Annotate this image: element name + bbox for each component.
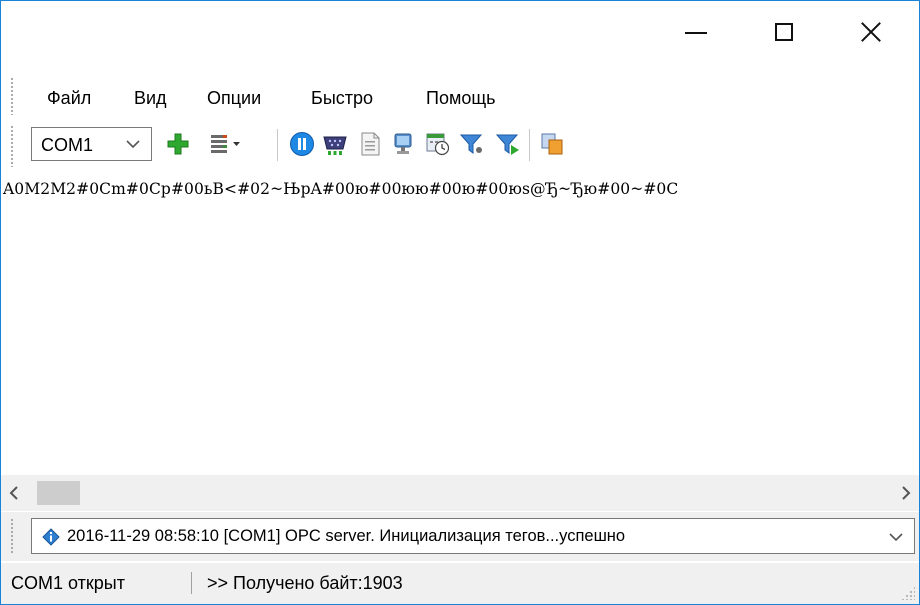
monitor-icon[interactable] [391, 131, 417, 157]
status-separator [191, 572, 192, 594]
minimize-button[interactable] [656, 1, 736, 63]
port-status: COM1 открыт [11, 573, 125, 593]
filter-apply-icon[interactable] [495, 131, 521, 157]
add-icon[interactable] [165, 131, 191, 157]
info-icon [42, 528, 60, 546]
scroll-right-icon[interactable] [893, 481, 917, 505]
copy-icon[interactable] [539, 131, 565, 157]
scroll-left-icon[interactable] [3, 481, 27, 505]
maximize-icon [775, 23, 793, 41]
received-data-area[interactable]: A0M2M2#0Cm#0Cp#00ьB<#02~ЊрA#00ю#00юю#00ю… [1, 173, 919, 475]
log-select[interactable]: 2016-11-29 08:58:10 [COM1] OPC server. И… [31, 518, 915, 554]
log-grip[interactable] [10, 518, 14, 554]
maximize-button[interactable] [744, 1, 824, 63]
scroll-thumb[interactable] [37, 481, 80, 505]
port-select-value: COM1 [41, 135, 94, 155]
close-icon [860, 21, 882, 43]
menu-view[interactable]: Вид [128, 85, 173, 111]
minimize-icon [685, 32, 707, 34]
received-data-text: A0M2M2#0Cm#0Cp#00ьB<#02~ЊрA#00ю#00юю#00ю… [3, 180, 679, 198]
toolbar-grip[interactable] [10, 125, 14, 167]
menu-help[interactable]: Помощь [420, 85, 502, 111]
close-button[interactable] [831, 1, 911, 63]
chevron-down-icon [889, 533, 903, 542]
columns-menu-icon[interactable] [209, 131, 243, 157]
status-bar: COM1 открыт >> Получено байт:1903 [1, 563, 919, 604]
toolbar-separator [277, 129, 278, 161]
app-window: Файл Вид Опции Быстро Помощь COM1 A0M2M2… [0, 0, 920, 605]
bytes-received: >> Получено байт:1903 [207, 573, 403, 593]
serial-port-icon[interactable] [322, 131, 348, 157]
resize-grip[interactable] [901, 586, 915, 600]
toolbar-separator [529, 129, 530, 161]
horizontal-scrollbar[interactable] [1, 475, 919, 511]
title-bar [1, 1, 919, 63]
chevron-down-icon [126, 140, 140, 149]
log-message: 2016-11-29 08:58:10 [COM1] OPC server. И… [67, 527, 626, 545]
menu-grip[interactable] [10, 77, 14, 115]
log-panel: 2016-11-29 08:58:10 [COM1] OPC server. И… [1, 512, 919, 561]
timer-icon[interactable] [425, 131, 451, 157]
toolbar: COM1 [1, 121, 919, 171]
port-select[interactable]: COM1 [31, 127, 152, 161]
menu-file[interactable]: Файл [41, 85, 97, 111]
filter-icon[interactable] [459, 131, 485, 157]
menu-options[interactable]: Опции [201, 85, 267, 111]
pause-icon[interactable] [289, 131, 315, 157]
document-icon[interactable] [357, 131, 383, 157]
menu-quick[interactable]: Быстро [305, 85, 379, 111]
menu-bar: Файл Вид Опции Быстро Помощь [1, 73, 919, 119]
